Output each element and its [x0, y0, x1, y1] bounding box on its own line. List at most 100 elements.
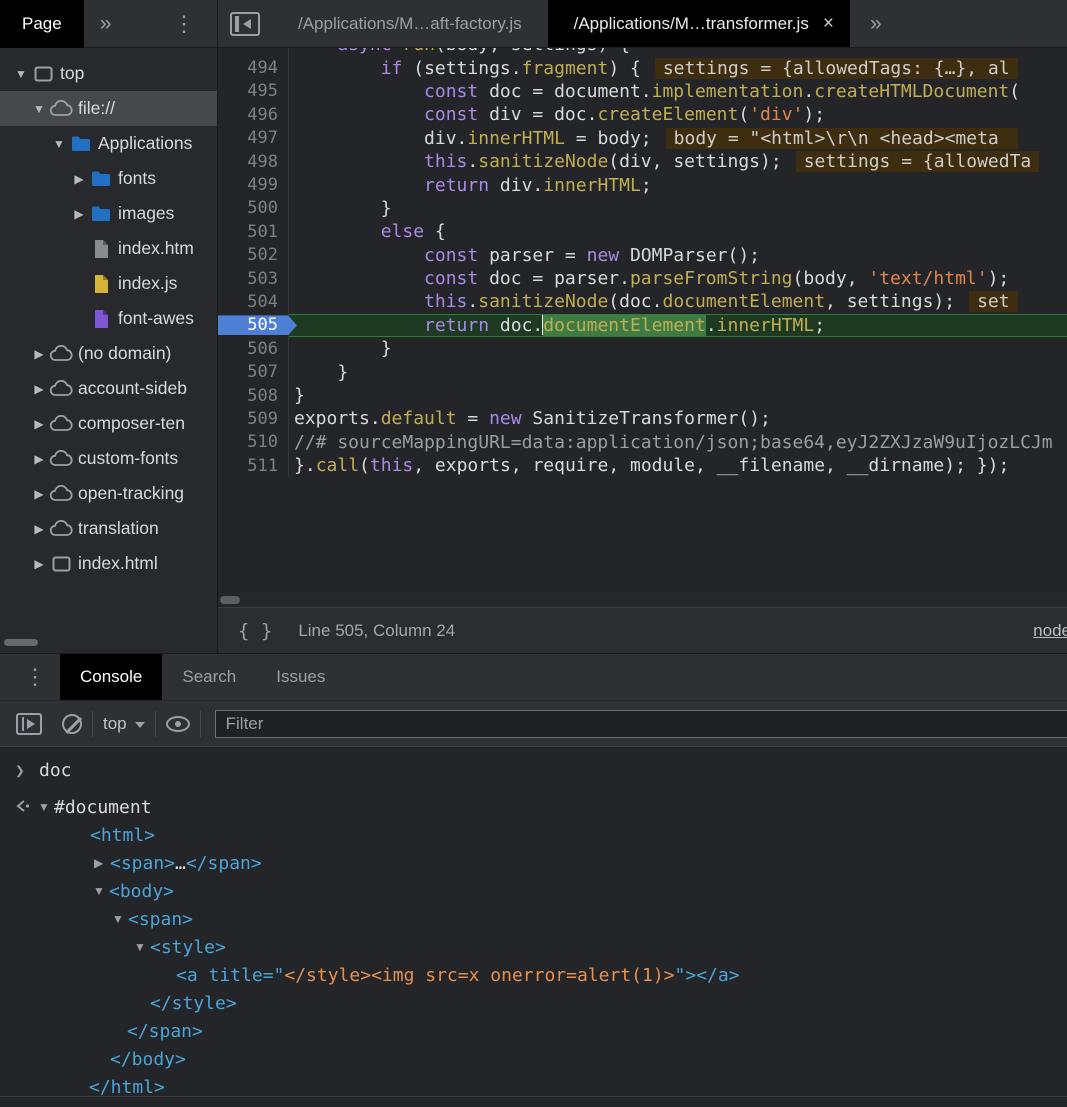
tree-item-index-html[interactable]: ▶index.html [0, 546, 217, 581]
token: const [424, 245, 478, 266]
chevron-right-icon[interactable]: ▶ [94, 856, 110, 870]
tree-item-images[interactable]: ▶images [0, 196, 217, 231]
tab-page[interactable]: Page [0, 0, 84, 48]
line-number[interactable]: 510 [218, 432, 288, 452]
line-number[interactable]: 495 [218, 81, 288, 101]
tree-item-fonts[interactable]: ▶fonts [0, 161, 217, 196]
token: parser = [478, 245, 586, 266]
token: , settings); [825, 291, 955, 312]
line-number[interactable]: 508 [218, 386, 288, 406]
dom-tree-row[interactable]: ▼<span> [0, 905, 1067, 933]
chevron-right-icon[interactable]: ▶ [30, 452, 48, 466]
more-editor-tabs-icon[interactable]: » [870, 12, 882, 36]
navigator-menu-icon[interactable]: ⋮ [173, 11, 195, 37]
execution-line-number-badge[interactable]: 505 [218, 315, 297, 335]
line-number[interactable]: 509 [218, 409, 288, 429]
toolbar-divider [200, 711, 201, 737]
dom-tree-row[interactable]: </body> [0, 1045, 1067, 1073]
code-text: const parser = new DOMParser(); [288, 244, 1067, 267]
token: ; [641, 175, 652, 196]
context-selector[interactable]: top [103, 714, 145, 734]
dom-tree-row[interactable]: </span> [0, 1017, 1067, 1045]
chevron-right-icon[interactable]: ▶ [30, 417, 48, 431]
tree-item-applications[interactable]: ▼Applications [0, 126, 217, 161]
chevron-down-icon[interactable]: ▼ [93, 884, 109, 898]
node-link[interactable]: node [1033, 621, 1067, 641]
line-number[interactable]: 498 [218, 152, 288, 172]
live-expression-eye-icon[interactable] [166, 716, 190, 732]
tree-item-index-htm[interactable]: index.htm [0, 231, 217, 266]
chevron-right-icon[interactable]: ▶ [30, 522, 48, 536]
chevron-down-icon[interactable]: ▼ [134, 940, 150, 954]
prompt-chevron-icon: ❯ [7, 761, 33, 780]
line-number[interactable]: 497 [218, 128, 288, 148]
line-number[interactable]: 503 [218, 269, 288, 289]
tree-item--no-domain-[interactable]: ▶(no domain) [0, 336, 217, 371]
context-selector-label: top [103, 714, 127, 734]
dom-tree-row[interactable]: ▼#document [0, 793, 1067, 821]
console-filter-input[interactable] [215, 710, 1067, 738]
dom-tree-row[interactable]: ▼<style> [0, 933, 1067, 961]
tree-item-index-js[interactable]: index.js [0, 266, 217, 301]
token: if [381, 58, 403, 79]
line-number[interactable]: 494 [218, 58, 288, 78]
editor-hscrollbar[interactable] [218, 593, 1067, 607]
line-number[interactable]: 504 [218, 292, 288, 312]
tree-item-composer-ten[interactable]: ▶composer-ten [0, 406, 217, 441]
line-number[interactable]: 496 [218, 105, 288, 125]
editor-status-bar: { } Line 505, Column 24 node [218, 607, 1067, 653]
drawer-menu-icon[interactable]: ⋮ [24, 664, 46, 690]
tree-item-account-sideb[interactable]: ▶account-sideb [0, 371, 217, 406]
line-number[interactable]: 500 [218, 198, 288, 218]
code-line: 510//# sourceMappingURL=data:application… [218, 431, 1067, 454]
chevron-down-icon[interactable]: ▼ [12, 67, 30, 81]
chevron-right-icon[interactable]: ▶ [30, 347, 48, 361]
dom-tree-row[interactable]: <a title="</style><img src=x onerror=ale… [0, 961, 1067, 989]
toggle-navigator-sidebar-icon[interactable] [230, 12, 260, 36]
dom-tree-row[interactable]: </style> [0, 989, 1067, 1017]
tree-item-file-[interactable]: ▼file:// [0, 91, 217, 126]
chevron-right-icon[interactable]: ▶ [30, 382, 48, 396]
chevron-down-icon[interactable]: ▼ [30, 102, 48, 116]
code-line-execution: 505 return doc.documentElement.innerHTML… [218, 314, 1067, 337]
chevron-right-icon[interactable]: ▶ [30, 487, 48, 501]
chevron-down-icon[interactable]: ▼ [38, 800, 54, 814]
line-number[interactable]: 506 [218, 339, 288, 359]
chevron-right-icon[interactable]: ▶ [70, 207, 88, 221]
token: ( [359, 455, 370, 476]
tab-sanitize-transformer-js[interactable]: /Applications/M…transformer.js × [548, 0, 850, 47]
line-number[interactable]: 507 [218, 362, 288, 382]
code-line: 508} [218, 384, 1067, 407]
tree-item-open-tracking[interactable]: ▶open-tracking [0, 476, 217, 511]
navigator-hscrollbar[interactable] [4, 639, 38, 646]
line-number[interactable]: 502 [218, 245, 288, 265]
cloud-icon [48, 100, 74, 117]
tree-item-custom-fonts[interactable]: ▶custom-fonts [0, 441, 217, 476]
show-console-sidebar-icon[interactable] [16, 713, 42, 735]
dom-tree-row[interactable]: ▶<span>…</span> [0, 849, 1067, 877]
chevron-down-icon[interactable]: ▼ [112, 912, 128, 926]
line-number[interactable]: 499 [218, 175, 288, 195]
tree-item-translation[interactable]: ▶translation [0, 511, 217, 546]
dom-tree-row[interactable]: ▼<body> [0, 877, 1067, 905]
line-number[interactable]: 511 [218, 456, 288, 476]
tab-issues[interactable]: Issues [256, 654, 345, 700]
tab-search[interactable]: Search [162, 654, 256, 700]
code-text: this.sanitizeNode(doc.documentElement, s… [288, 290, 1067, 313]
close-tab-icon[interactable]: × [823, 13, 834, 35]
tree-item-font-awes[interactable]: font-awes [0, 301, 217, 336]
tab-console[interactable]: Console [60, 654, 162, 700]
chevron-right-icon[interactable]: ▶ [70, 172, 88, 186]
chevron-right-icon[interactable]: ▶ [30, 557, 48, 571]
clear-console-icon[interactable] [62, 714, 82, 734]
dom-tree-row[interactable]: <html> [0, 821, 1067, 849]
pretty-print-icon[interactable]: { } [238, 620, 272, 642]
tab-craft-factory-js[interactable]: /Applications/M…aft-factory.js [272, 0, 548, 47]
line-number[interactable]: 501 [218, 222, 288, 242]
chevron-down-icon[interactable]: ▼ [50, 137, 68, 151]
token: 'text/html' [868, 268, 987, 289]
more-navigator-tabs-icon[interactable]: » [100, 12, 112, 36]
token: implementation [652, 81, 804, 102]
tree-item-top[interactable]: ▼top [0, 56, 217, 91]
code-area[interactable]: async run(body, settings) {494 if (setti… [218, 48, 1067, 593]
